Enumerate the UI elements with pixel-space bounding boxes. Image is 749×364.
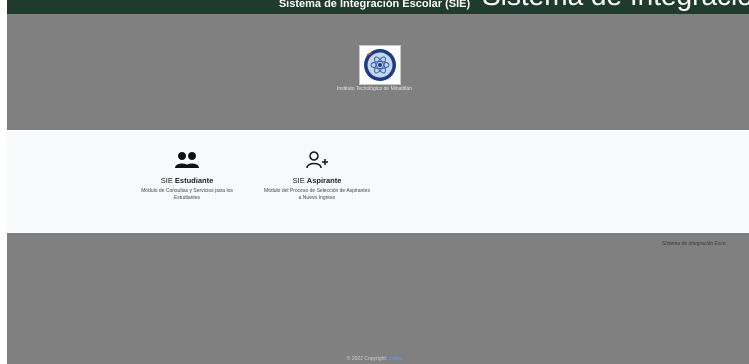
footer-caption: Sistema de Integración Esco [662, 241, 726, 247]
copyright-text: © 2022 Copyright: [346, 356, 388, 362]
modules-section [7, 131, 749, 232]
module-aspirante[interactable]: SIE Aspirante Módulo del Proceso de Sele… [262, 150, 372, 202]
module-estudiante[interactable]: SIE Estudiante Módulo de Consultas y Ser… [139, 150, 235, 202]
header-overflow-text: Sistema de Integración Escolar [482, 0, 749, 13]
page: Sistema de Integración Escolar (SIE) Sis… [0, 0, 749, 364]
user-plus-icon [306, 151, 328, 169]
module-title: SIE Aspirante [292, 176, 342, 185]
institution-name: Instituto Tecnológico de Minatitlán [337, 86, 412, 92]
users-icon [175, 152, 199, 168]
institution-seal-icon [359, 45, 401, 85]
copyright-link[interactable]: Itmina [389, 356, 403, 362]
module-title: SIE Estudiante [160, 176, 214, 185]
module-description: Módulo de Consultas y Servicios para los… [141, 188, 233, 201]
module-description: Módulo del Proceso de Selección de Aspir… [264, 188, 370, 201]
footer-section [7, 233, 749, 364]
copyright: © 2022 Copyright: Itmina [0, 356, 749, 362]
